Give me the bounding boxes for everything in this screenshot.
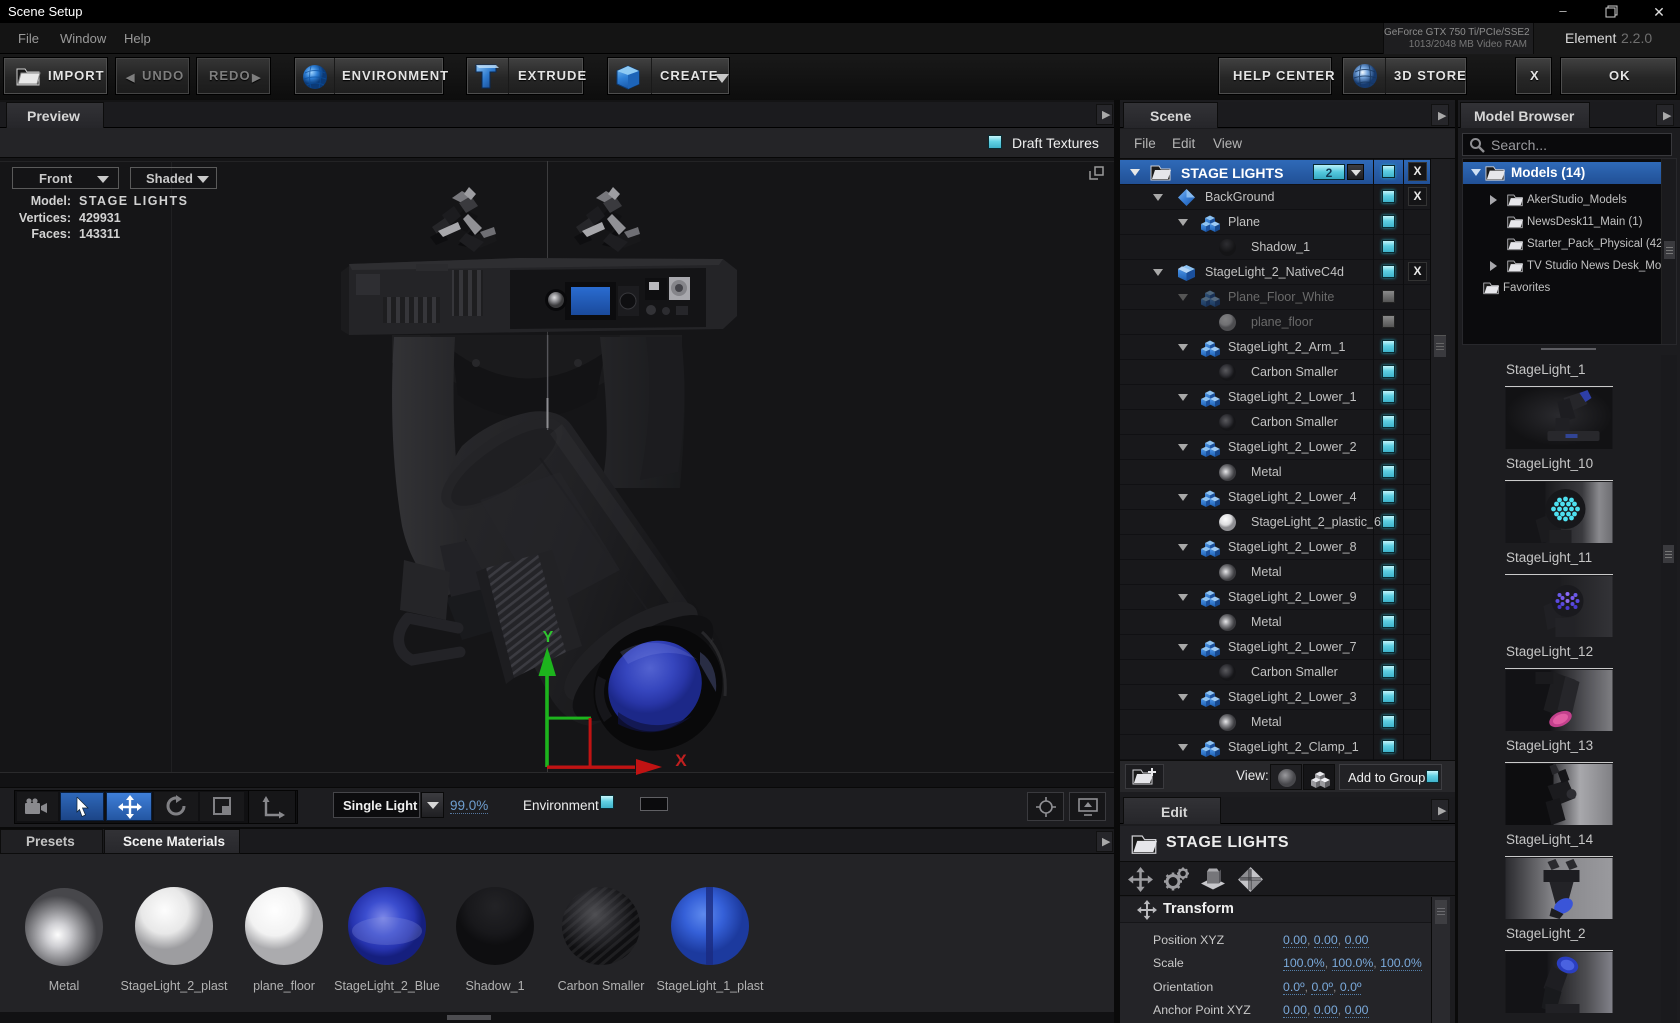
svg-text:X: X: [675, 751, 687, 770]
svg-text:Y: Y: [543, 629, 554, 646]
